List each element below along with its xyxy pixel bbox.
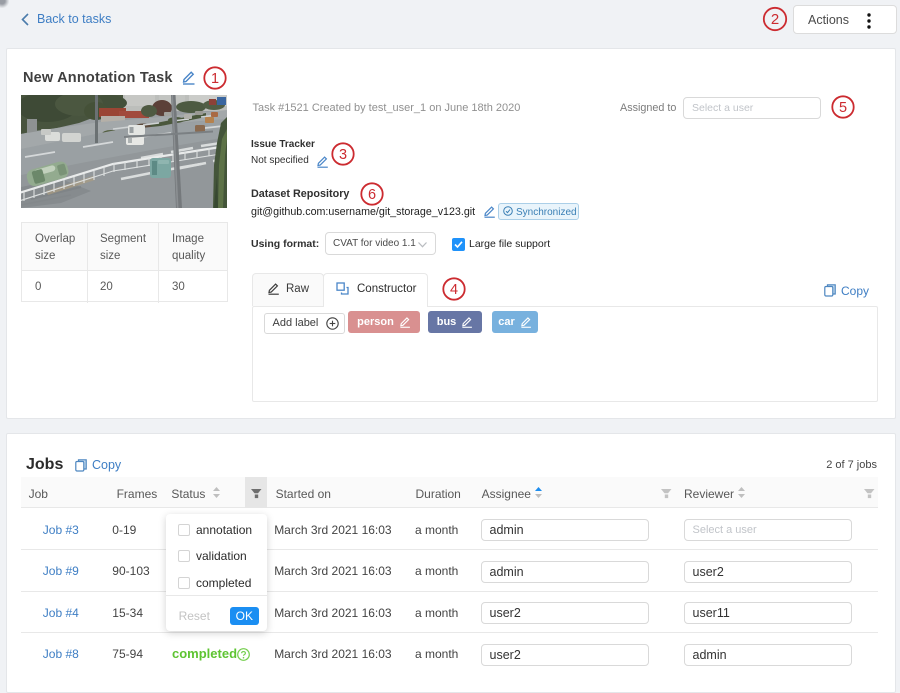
svg-text:6: 6 [368,187,376,203]
svg-text:5: 5 [839,100,847,116]
svg-text:1: 1 [211,71,219,87]
svg-text:4: 4 [450,282,458,298]
svg-text:3: 3 [339,147,347,163]
svg-text:2: 2 [771,11,779,28]
